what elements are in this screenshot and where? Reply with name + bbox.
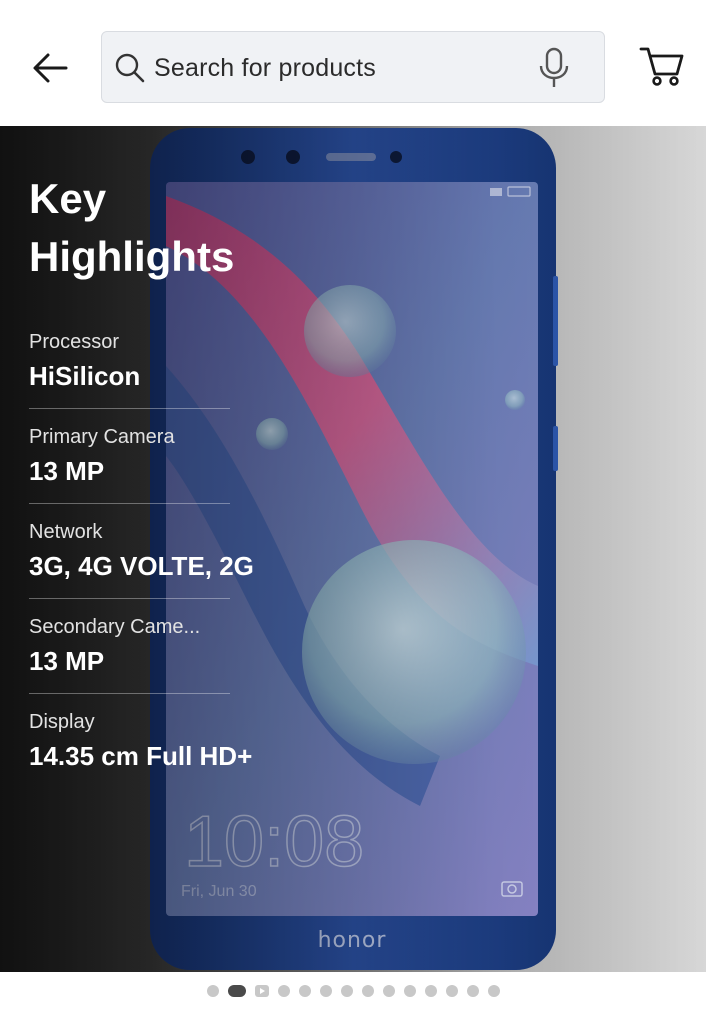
spec-value: 13 MP xyxy=(29,646,105,676)
spec-value: HiSilicon xyxy=(29,361,141,391)
spec-value: 13 MP xyxy=(29,456,105,486)
carousel-pager xyxy=(0,978,706,1004)
microphone-icon xyxy=(539,47,569,87)
spec-value: 14.35 cm Full HD+ xyxy=(29,741,253,771)
pager-dot[interactable] xyxy=(403,985,416,997)
pager-dot[interactable] xyxy=(361,985,374,997)
search-placeholder: Search for products xyxy=(154,54,376,82)
pager-dot[interactable] xyxy=(319,985,332,997)
spec-value: 3G, 4G VOLTE, 2G xyxy=(29,551,254,581)
voice-search-button[interactable] xyxy=(534,46,574,90)
search-input[interactable]: Search for products xyxy=(101,31,605,103)
spec-label: Primary Camera xyxy=(29,426,175,448)
spec-list: Processor HiSilicon Primary Camera 13 MP… xyxy=(29,314,309,788)
spec-item-processor: Processor HiSilicon xyxy=(29,314,230,409)
pager-dot[interactable] xyxy=(382,985,395,997)
pager-dot[interactable] xyxy=(424,985,437,997)
cart-button[interactable] xyxy=(636,42,688,92)
back-button[interactable] xyxy=(24,42,76,94)
pager-dot[interactable] xyxy=(466,985,479,997)
pager-dot[interactable] xyxy=(206,985,219,997)
spec-label: Secondary Came... xyxy=(29,616,201,638)
key-highlights-title: Key Highlights xyxy=(29,175,235,280)
pager-dot[interactable] xyxy=(487,985,500,997)
spec-label: Display xyxy=(29,711,95,733)
spec-label: Network xyxy=(29,521,103,543)
spec-item-primary-camera: Primary Camera 13 MP xyxy=(29,409,230,504)
pager-dot[interactable] xyxy=(298,985,311,997)
pager-dot[interactable] xyxy=(227,985,246,997)
spec-label: Processor xyxy=(29,331,120,353)
search-icon xyxy=(115,53,145,83)
pager-dot[interactable] xyxy=(277,985,290,997)
top-app-bar: Search for products xyxy=(0,0,706,126)
spec-item-display: Display 14.35 cm Full HD+ xyxy=(29,694,253,788)
spec-item-network: Network 3G, 4G VOLTE, 2G xyxy=(29,504,254,599)
pager-dot[interactable] xyxy=(445,985,458,997)
arrow-left-icon xyxy=(33,53,68,83)
spec-item-secondary-camera: Secondary Came... 13 MP xyxy=(29,599,230,694)
shopping-cart-icon xyxy=(639,47,684,86)
pager-dot-video[interactable] xyxy=(254,985,269,997)
pager-dot[interactable] xyxy=(340,985,353,997)
key-highlights-panel: Key Highlights Processor HiSilicon Prima… xyxy=(29,170,309,788)
product-image-carousel[interactable]: 10:08 Fri, Jun 30 honor Key Highlights P… xyxy=(0,126,706,972)
